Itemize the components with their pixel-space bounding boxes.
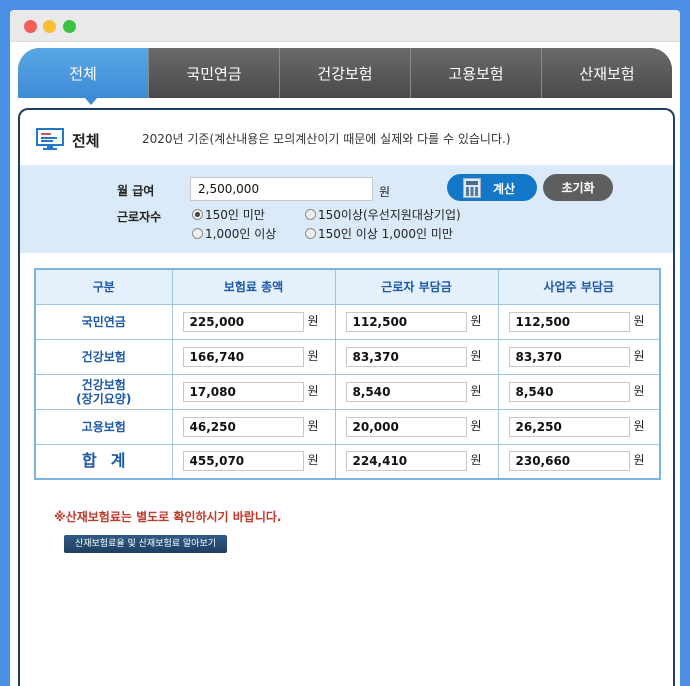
- radio-1000-plus-label: 1,000인 이상: [205, 227, 277, 241]
- industrial-accident-notice: ※산재보험료는 별도로 확인하시기 바랍니다.: [54, 510, 282, 524]
- browser-window: 전체 국민연금 건강보험 고용보험 산재보험 전체 2020년 기준(계산내용은…: [10, 10, 680, 686]
- unit-label: 원: [307, 348, 319, 363]
- employer-share-value[interactable]: 26,250: [508, 416, 630, 437]
- salary-unit: 원: [379, 185, 391, 199]
- tab-national-pension[interactable]: 국민연금: [148, 48, 279, 98]
- radio-under-150-label: 150인 미만: [205, 208, 265, 222]
- radio-unselected-icon: [305, 228, 316, 239]
- unit-label: 원: [633, 313, 645, 328]
- calculate-button-label: 계산: [493, 182, 516, 196]
- tab-all[interactable]: 전체: [18, 48, 148, 98]
- table-total-row: 합계 455,070 원 224,410 원 230,660 원: [34, 443, 661, 480]
- premium-table: 구분 보험료 총액 근로자 부담금 사업주 부담금 국민연금 225,000 원 …: [34, 268, 661, 480]
- employee-share-value[interactable]: 20,000: [345, 416, 467, 437]
- employer-share-value[interactable]: 83,370: [508, 346, 630, 367]
- radio-unselected-icon: [305, 209, 316, 220]
- column-header-employee: 근로자 부담금: [334, 268, 499, 305]
- table-header-row: 구분 보험료 총액 근로자 부담금 사업주 부담금: [34, 268, 661, 305]
- close-window-dot[interactable]: [24, 20, 37, 33]
- row-name: 건강보험 (장기요양): [34, 373, 173, 410]
- total-premium-value[interactable]: 455,070: [182, 451, 304, 472]
- unit-label: 원: [470, 418, 482, 433]
- unit-label: 원: [470, 313, 482, 328]
- table-row: 건강보험 (장기요양) 17,080 원 8,540 원 8,540 원: [34, 373, 661, 410]
- total-premium-value[interactable]: 17,080: [182, 381, 304, 402]
- row-name-line1: 건강보험: [81, 377, 126, 392]
- employer-share-value[interactable]: 8,540: [508, 381, 630, 402]
- row-name: 고용보험: [34, 408, 173, 445]
- total-premium-value[interactable]: 166,740: [182, 346, 304, 367]
- calculation-basis-note: 2020년 기준(계산내용은 모의계산이기 때문에 실제와 다를 수 있습니다.…: [142, 132, 511, 146]
- radio-unselected-icon: [192, 228, 203, 239]
- employee-share-value[interactable]: 224,410: [345, 451, 467, 472]
- unit-label: 원: [633, 453, 645, 468]
- panel-title: 전체: [72, 132, 100, 150]
- radio-under-150[interactable]: 150인 미만: [192, 206, 265, 223]
- column-header-employer: 사업주 부담금: [497, 268, 661, 305]
- tab-employment-insurance[interactable]: 고용보험: [410, 48, 541, 98]
- row-name: 건강보험: [34, 338, 173, 375]
- tab-health-insurance[interactable]: 건강보험: [279, 48, 410, 98]
- column-header-category: 구분: [34, 268, 173, 305]
- unit-label: 원: [470, 348, 482, 363]
- radio-150-plus-priority[interactable]: 150이상(우선지원대상기업): [305, 206, 461, 223]
- radio-150-to-1000-label: 150인 이상 1,000인 미만: [318, 227, 453, 241]
- monitor-icon: [36, 128, 64, 150]
- minimize-window-dot[interactable]: [43, 20, 56, 33]
- column-header-total: 보험료 총액: [171, 268, 336, 305]
- unit-label: 원: [633, 383, 645, 398]
- radio-150-plus-priority-label: 150이상(우선지원대상기업): [318, 208, 461, 222]
- employer-share-value[interactable]: 112,500: [508, 311, 630, 332]
- radio-selected-icon: [192, 209, 203, 220]
- active-tab-pointer: [84, 97, 98, 105]
- workers-label: 근로자수: [117, 210, 162, 224]
- input-area: 월 급여 2,500,000 원 근로자수 150인 미만 150이상(우선지원…: [20, 165, 673, 253]
- table-row: 건강보험 166,740 원 83,370 원 83,370 원: [34, 338, 661, 375]
- calculate-button[interactable]: 계산: [447, 174, 537, 201]
- calculator-panel: 전체 2020년 기준(계산내용은 모의계산이기 때문에 실제와 다를 수 있습…: [18, 108, 675, 686]
- insurance-tabs: 전체 국민연금 건강보험 고용보험 산재보험: [18, 48, 672, 98]
- total-premium-value[interactable]: 46,250: [182, 416, 304, 437]
- unit-label: 원: [307, 313, 319, 328]
- employer-share-value[interactable]: 230,660: [508, 451, 630, 472]
- maximize-window-dot[interactable]: [63, 20, 76, 33]
- radio-150-to-1000[interactable]: 150인 이상 1,000인 미만: [305, 225, 453, 242]
- row-name: 국민연금: [34, 303, 173, 340]
- reset-button[interactable]: 초기화: [543, 174, 613, 201]
- unit-label: 원: [633, 418, 645, 433]
- total-premium-value[interactable]: 225,000: [182, 311, 304, 332]
- employee-share-value[interactable]: 8,540: [345, 381, 467, 402]
- table-row: 국민연금 225,000 원 112,500 원 112,500 원: [34, 303, 661, 340]
- panel-header: 전체 2020년 기준(계산내용은 모의계산이기 때문에 실제와 다를 수 있습…: [36, 128, 656, 152]
- unit-label: 원: [633, 348, 645, 363]
- tab-industrial-accident-insurance[interactable]: 산재보험: [541, 48, 672, 98]
- employee-share-value[interactable]: 112,500: [345, 311, 467, 332]
- salary-label: 월 급여: [117, 184, 155, 198]
- unit-label: 원: [470, 383, 482, 398]
- industrial-accident-info-button[interactable]: 산재보험료율 및 산재보험료 알아보기: [64, 535, 227, 553]
- unit-label: 원: [307, 383, 319, 398]
- radio-1000-plus[interactable]: 1,000인 이상: [192, 225, 276, 242]
- total-row-name: 합계: [34, 443, 173, 480]
- unit-label: 원: [470, 453, 482, 468]
- employee-share-value[interactable]: 83,370: [345, 346, 467, 367]
- unit-label: 원: [307, 453, 319, 468]
- calculator-icon: [463, 178, 481, 198]
- unit-label: 원: [307, 418, 319, 433]
- row-name-line2: (장기요양): [76, 391, 132, 406]
- salary-input[interactable]: 2,500,000: [190, 177, 373, 201]
- table-row: 고용보험 46,250 원 20,000 원 26,250 원: [34, 408, 661, 445]
- window-titlebar: [10, 10, 680, 42]
